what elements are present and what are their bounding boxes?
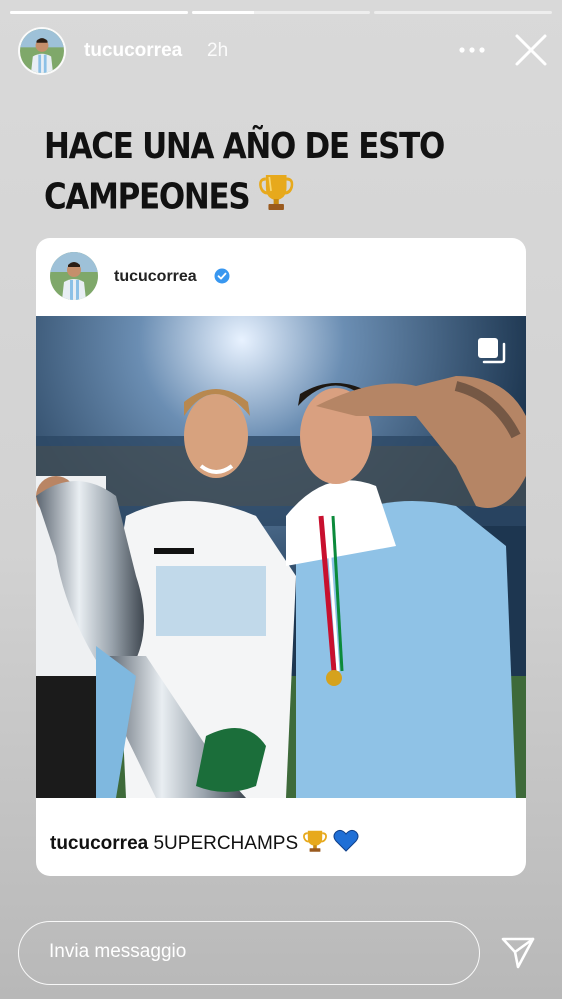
post-username[interactable]: tucucorrea: [114, 268, 197, 286]
headline-line-2-text: CAMPEONES: [44, 176, 251, 218]
progress-segment: [374, 11, 552, 14]
post-avatar[interactable]: [50, 252, 98, 300]
story-avatar[interactable]: [18, 27, 66, 75]
headline-line-1: HACE UNA AÑO DE ESTO: [44, 126, 445, 167]
verified-badge-icon: [214, 268, 230, 284]
caption-username[interactable]: tucucorrea: [50, 833, 148, 854]
story-progress-bar: [10, 11, 552, 14]
reply-message-input[interactable]: Invia messaggio: [18, 921, 480, 985]
story-timestamp: 2h: [207, 40, 229, 61]
progress-segment: [192, 11, 370, 14]
headline-line-2: CAMPEONES: [44, 171, 444, 226]
blue-heart-icon: [333, 829, 359, 859]
send-icon[interactable]: [500, 936, 536, 970]
multiple-images-icon: [478, 338, 506, 364]
story-headline: HACE UNA AÑO DE ESTO CAMPEONES: [44, 123, 445, 226]
trophy-icon: [259, 171, 294, 226]
more-horizontal-icon[interactable]: [458, 40, 486, 60]
story-username[interactable]: tucucorrea: [84, 40, 182, 62]
post-caption: tucucorrea 5UPERCHAMPS: [50, 828, 359, 860]
caption-text: 5UPERCHAMPS: [153, 833, 299, 855]
trophy-icon: [303, 828, 328, 860]
progress-segment: [10, 11, 188, 14]
shared-post-card[interactable]: tucucorrea tucucorrea 5UPERCHAMPS: [36, 238, 526, 876]
close-icon[interactable]: [514, 33, 548, 67]
post-photo[interactable]: [36, 316, 526, 798]
